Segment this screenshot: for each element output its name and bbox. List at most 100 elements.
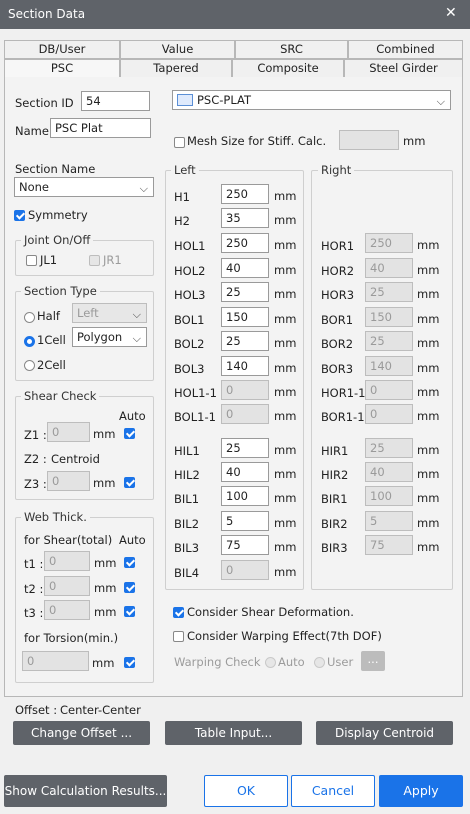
warping-auto-radio[interactable] bbox=[265, 657, 276, 668]
symmetry-label: Symmetry bbox=[28, 208, 88, 222]
right-param-unit: mm bbox=[417, 361, 440, 375]
section-name-select[interactable]: None ⌵ bbox=[14, 177, 154, 197]
left-param-unit: mm bbox=[274, 263, 297, 277]
right-param-unit: mm bbox=[417, 516, 440, 530]
right-param-label: HOR1-1 bbox=[321, 386, 366, 400]
left-param-input[interactable]: 25 bbox=[221, 438, 269, 458]
right-param-unit: mm bbox=[417, 238, 440, 252]
section-name-value: None bbox=[19, 180, 50, 194]
right-param-label: BIR2 bbox=[321, 517, 348, 531]
left-param-input[interactable]: 250 bbox=[221, 233, 269, 253]
1cell-shape-value: Polygon bbox=[77, 330, 123, 344]
half-radio[interactable] bbox=[24, 312, 35, 323]
z3-input[interactable]: 0 bbox=[47, 471, 90, 491]
z2-label: Z2 : bbox=[24, 452, 47, 466]
1cell-shape-select[interactable]: Polygon ⌵ bbox=[72, 327, 147, 347]
t3-input[interactable]: 0 bbox=[44, 600, 90, 620]
right-param-input[interactable]: 150 bbox=[365, 307, 413, 327]
jl1-checkbox[interactable] bbox=[26, 255, 37, 266]
left-param-input[interactable]: 100 bbox=[221, 486, 269, 506]
mesh-size-checkbox[interactable] bbox=[174, 137, 185, 148]
jr1-checkbox[interactable] bbox=[89, 255, 100, 266]
right-title: Right bbox=[318, 163, 355, 177]
torsion-auto-checkbox[interactable] bbox=[124, 657, 135, 668]
tab-tapered[interactable]: Tapered bbox=[120, 59, 232, 78]
left-param-label: H1 bbox=[174, 190, 190, 204]
warping-more-button[interactable]: ... bbox=[361, 651, 385, 671]
left-param-input[interactable]: 150 bbox=[221, 307, 269, 327]
close-icon[interactable]: ✕ bbox=[445, 5, 457, 21]
half-label: Half bbox=[37, 309, 60, 323]
left-param-input[interactable]: 5 bbox=[221, 511, 269, 531]
right-param-input[interactable]: 40 bbox=[365, 462, 413, 482]
warping-user-radio[interactable] bbox=[314, 657, 325, 668]
left-param-input[interactable]: 25 bbox=[221, 282, 269, 302]
torsion-input[interactable]: 0 bbox=[22, 651, 89, 671]
left-param-unit: mm bbox=[274, 409, 297, 423]
tab-combined[interactable]: Combined bbox=[348, 40, 463, 59]
section-type-title: Section Type bbox=[21, 284, 100, 298]
cancel-button[interactable]: Cancel bbox=[291, 775, 375, 807]
t3-label: t3 : bbox=[24, 606, 44, 620]
section-id-input[interactable]: 54 bbox=[81, 91, 150, 111]
left-param-input[interactable]: 35 bbox=[221, 208, 269, 228]
z1-input[interactable]: 0 bbox=[47, 422, 90, 442]
section-type-select[interactable]: PSC-PLAT ⌵ bbox=[172, 90, 451, 110]
t2-input[interactable]: 0 bbox=[44, 576, 90, 596]
left-param-unit: mm bbox=[274, 287, 297, 301]
z1-auto-checkbox[interactable] bbox=[124, 428, 135, 439]
2cell-radio[interactable] bbox=[24, 360, 35, 371]
left-param-input[interactable]: 25 bbox=[221, 331, 269, 351]
right-param-input[interactable]: 40 bbox=[365, 258, 413, 278]
warping-user-label: User bbox=[327, 655, 354, 669]
right-param-input[interactable]: 140 bbox=[365, 356, 413, 376]
t2-auto-checkbox[interactable] bbox=[124, 582, 135, 593]
right-param-input[interactable]: 75 bbox=[365, 535, 413, 555]
name-label: Name bbox=[15, 124, 49, 138]
right-param-input[interactable]: 0 bbox=[365, 404, 413, 424]
change-offset-button[interactable]: Change Offset ... bbox=[13, 721, 150, 745]
left-param-input[interactable]: 0 bbox=[221, 380, 269, 400]
left-param-input[interactable]: 40 bbox=[221, 258, 269, 278]
tab-value[interactable]: Value bbox=[120, 40, 235, 59]
t1-input[interactable]: 0 bbox=[44, 551, 90, 571]
right-param-input[interactable]: 25 bbox=[365, 438, 413, 458]
display-centroid-button[interactable]: Display Centroid bbox=[316, 721, 453, 745]
left-param-input[interactable]: 250 bbox=[221, 184, 269, 204]
left-param-input[interactable]: 75 bbox=[221, 535, 269, 555]
right-param-input[interactable]: 5 bbox=[365, 511, 413, 531]
t3-auto-checkbox[interactable] bbox=[124, 606, 135, 617]
show-calculation-results-button[interactable]: Show Calculation Results... bbox=[4, 775, 167, 807]
1cell-radio[interactable] bbox=[24, 336, 35, 347]
left-param-unit: mm bbox=[274, 565, 297, 579]
tab-psc[interactable]: PSC bbox=[4, 59, 120, 78]
tab-composite[interactable]: Composite bbox=[232, 59, 344, 78]
right-param-input[interactable]: 25 bbox=[365, 331, 413, 351]
consider-warping-checkbox[interactable] bbox=[173, 631, 184, 642]
left-param-unit: mm bbox=[274, 238, 297, 252]
name-input[interactable]: PSC Plat bbox=[50, 118, 151, 138]
z3-auto-checkbox[interactable] bbox=[124, 477, 135, 488]
tab-src[interactable]: SRC bbox=[235, 40, 348, 59]
left-param-input[interactable]: 140 bbox=[221, 356, 269, 376]
symmetry-checkbox[interactable] bbox=[14, 210, 25, 221]
right-param-input[interactable]: 250 bbox=[365, 233, 413, 253]
right-param-unit: mm bbox=[417, 287, 440, 301]
left-param-input[interactable]: 40 bbox=[221, 462, 269, 482]
right-param-input[interactable]: 25 bbox=[365, 282, 413, 302]
ok-button[interactable]: OK bbox=[204, 775, 288, 807]
right-param-input[interactable]: 0 bbox=[365, 380, 413, 400]
mesh-size-input[interactable] bbox=[339, 130, 399, 150]
tab-db-user[interactable]: DB/User bbox=[4, 40, 120, 59]
apply-button[interactable]: Apply bbox=[379, 775, 463, 807]
consider-shear-checkbox[interactable] bbox=[173, 607, 184, 618]
left-param-input[interactable]: 0 bbox=[221, 560, 269, 580]
z3-label: Z3 : bbox=[24, 477, 47, 491]
tab-steel-girder[interactable]: Steel Girder bbox=[344, 59, 463, 78]
t1-auto-checkbox[interactable] bbox=[124, 557, 135, 568]
right-param-label: BOR1-1 bbox=[321, 410, 365, 424]
right-param-input[interactable]: 100 bbox=[365, 486, 413, 506]
left-param-input[interactable]: 0 bbox=[221, 404, 269, 424]
half-side-select[interactable]: Left ⌵ bbox=[72, 303, 147, 323]
table-input-button[interactable]: Table Input... bbox=[165, 721, 302, 745]
